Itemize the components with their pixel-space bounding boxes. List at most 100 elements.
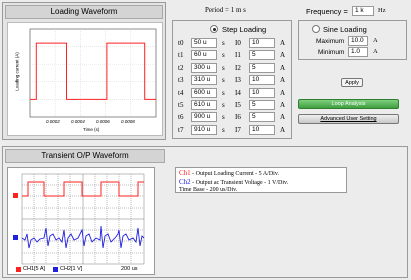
scope-plot xyxy=(13,173,145,265)
t-unit: s xyxy=(222,51,225,60)
ch1-info-tag: Ch1 xyxy=(179,169,191,177)
time-base-info: Time Base - 200 us/Div. xyxy=(179,187,238,193)
ch1-legend-swatch xyxy=(16,267,21,272)
i-unit: A xyxy=(280,76,286,85)
t-unit: s xyxy=(222,63,225,72)
plot-xlabel: Time (s) xyxy=(83,127,100,132)
t-label: t5 xyxy=(178,101,184,109)
plot-xtick-4: 0.0008 xyxy=(121,119,135,124)
i-label: I4 xyxy=(235,88,241,97)
loading-waveform-panel: Loading Waveform Loading current (A) 0.0… xyxy=(2,2,166,140)
t-field[interactable]: 600 u xyxy=(191,87,217,98)
t-field[interactable]: 310 u xyxy=(191,75,217,86)
step-row: t5 610 u s I5 5 A xyxy=(173,100,291,111)
loading-waveform-plot xyxy=(29,28,157,118)
sine-loading-panel: Sine Loading Maximum 10.0 A Minimum 1.0 … xyxy=(298,20,407,60)
i-unit: A xyxy=(280,39,286,47)
i-field[interactable]: 5 xyxy=(249,62,275,73)
ch1-legend: CH1[5 A] xyxy=(23,266,46,272)
t-label: t6 xyxy=(178,113,184,122)
transient-header: Transient O/P Waveform xyxy=(5,149,165,163)
t-unit: s xyxy=(222,39,225,47)
t-field[interactable]: 610 u xyxy=(191,100,217,110)
sine-loading-radio[interactable] xyxy=(312,25,320,33)
i-label: I3 xyxy=(235,76,241,85)
t-field[interactable]: 50 u xyxy=(191,38,217,48)
t-field[interactable]: 60 u xyxy=(191,50,217,61)
loop-analysis-button[interactable]: Loop Analysis xyxy=(298,99,399,109)
plot-xtick-3: 0.0006 xyxy=(96,119,110,124)
transient-panel: Transient O/P Waveform CH1[5 A] CH2[1 V]… xyxy=(2,146,408,278)
t-unit: s xyxy=(222,101,225,109)
minimum-label: Minimum xyxy=(318,49,345,56)
i-field[interactable]: 5 xyxy=(249,112,275,123)
ch2-legend-swatch xyxy=(53,267,58,272)
i-label: I5 xyxy=(235,101,241,109)
loading-waveform-plot-frame: Loading current (A) 0.0002 0.0004 0.0006… xyxy=(7,22,163,136)
i-field[interactable]: 5 xyxy=(249,50,275,61)
frequency-field[interactable]: 1 k xyxy=(352,6,374,16)
i-label: I2 xyxy=(235,63,241,72)
i-label: I1 xyxy=(235,51,241,60)
i-field[interactable]: 10 xyxy=(249,38,275,48)
ch1-marker xyxy=(13,193,18,198)
step-row: t1 60 u s I1 5 A xyxy=(173,50,291,61)
i-unit: A xyxy=(280,113,286,122)
t-field[interactable]: 300 u xyxy=(191,62,217,73)
t-unit: s xyxy=(222,88,225,97)
i-unit: A xyxy=(280,88,286,97)
t-unit: s xyxy=(222,113,225,122)
i-field[interactable]: 10 xyxy=(249,87,275,98)
i-label: I7 xyxy=(235,125,241,134)
i-unit: A xyxy=(280,125,286,134)
ch2-legend: CH2[1 V] xyxy=(60,266,83,272)
step-row: t6 900 u s I6 5 A xyxy=(173,112,291,123)
frequency-label: Frequency = xyxy=(306,7,348,16)
i-unit: A xyxy=(280,63,286,72)
loading-waveform-header: Loading Waveform xyxy=(5,5,163,19)
i-label: I0 xyxy=(235,39,241,47)
i-field[interactable]: 10 xyxy=(249,124,275,135)
step-loading-label: Step Loading xyxy=(222,25,267,34)
ch2-info-line: Ch2 - Output ac Transient Voltage - 1 V/… xyxy=(179,178,343,188)
ch2-info-text: - Output ac Transient Voltage - 1 V/Div. xyxy=(190,179,289,186)
i-field[interactable]: 10 xyxy=(249,75,275,86)
advanced-user-setting-button[interactable]: Advanced User Setting xyxy=(298,114,399,124)
scope-screen: CH1[5 A] CH2[1 V] 200 us xyxy=(7,167,155,275)
minimum-field[interactable]: 1.0 xyxy=(348,47,368,57)
plot-xtick-1: 0.0002 xyxy=(46,119,60,124)
period-label: Period = 1 m s xyxy=(205,6,246,14)
ch1-info-text: - Output Loading Current - 5 A/Div. xyxy=(190,171,279,177)
time-base-label: 200 us xyxy=(121,266,138,272)
plot-xtick-2: 0.0004 xyxy=(71,119,85,124)
step-loading-panel: Step Loading t0 50 u s I0 10 At1 60 u s I1 5 At2 30… xyxy=(172,20,292,139)
loading-waveform-title: Loading Waveform xyxy=(50,7,118,16)
channel-info-box: Ch1 - Output Loading Current - 5 A/Div. … xyxy=(175,167,347,193)
plot-area xyxy=(29,28,157,118)
step-row: t0 50 u s I0 10 A xyxy=(173,38,291,49)
maximum-field[interactable]: 10.0 xyxy=(348,36,368,46)
t-label: t3 xyxy=(178,76,184,85)
apply-button[interactable]: Apply xyxy=(341,78,363,87)
t-field[interactable]: 910 u xyxy=(191,124,217,135)
ch1-info-line: Ch1 - Output Loading Current - 5 A/Div. xyxy=(179,169,343,179)
scope-grid xyxy=(21,173,145,265)
step-row: t3 310 u s I3 10 A xyxy=(173,75,291,86)
maximum-unit: A xyxy=(373,37,378,44)
t-label: t7 xyxy=(178,125,184,134)
sine-loading-label: Sine Loading xyxy=(323,25,367,34)
i-label: I6 xyxy=(235,113,241,122)
i-field[interactable]: 5 xyxy=(249,100,275,110)
i-unit: A xyxy=(280,101,286,109)
t-label: t2 xyxy=(178,63,184,72)
step-row: t2 300 u s I2 5 A xyxy=(173,62,291,74)
t-unit: s xyxy=(222,125,225,134)
transient-title: Transient O/P Waveform xyxy=(41,151,129,160)
step-row: t4 600 u s I4 10 A xyxy=(173,87,291,99)
t-field[interactable]: 900 u xyxy=(191,112,217,123)
i-unit: A xyxy=(280,51,286,60)
frequency-unit: Hz xyxy=(378,7,386,14)
t-label: t4 xyxy=(178,88,184,97)
t-label: t1 xyxy=(178,51,184,60)
step-loading-radio[interactable] xyxy=(210,25,218,33)
